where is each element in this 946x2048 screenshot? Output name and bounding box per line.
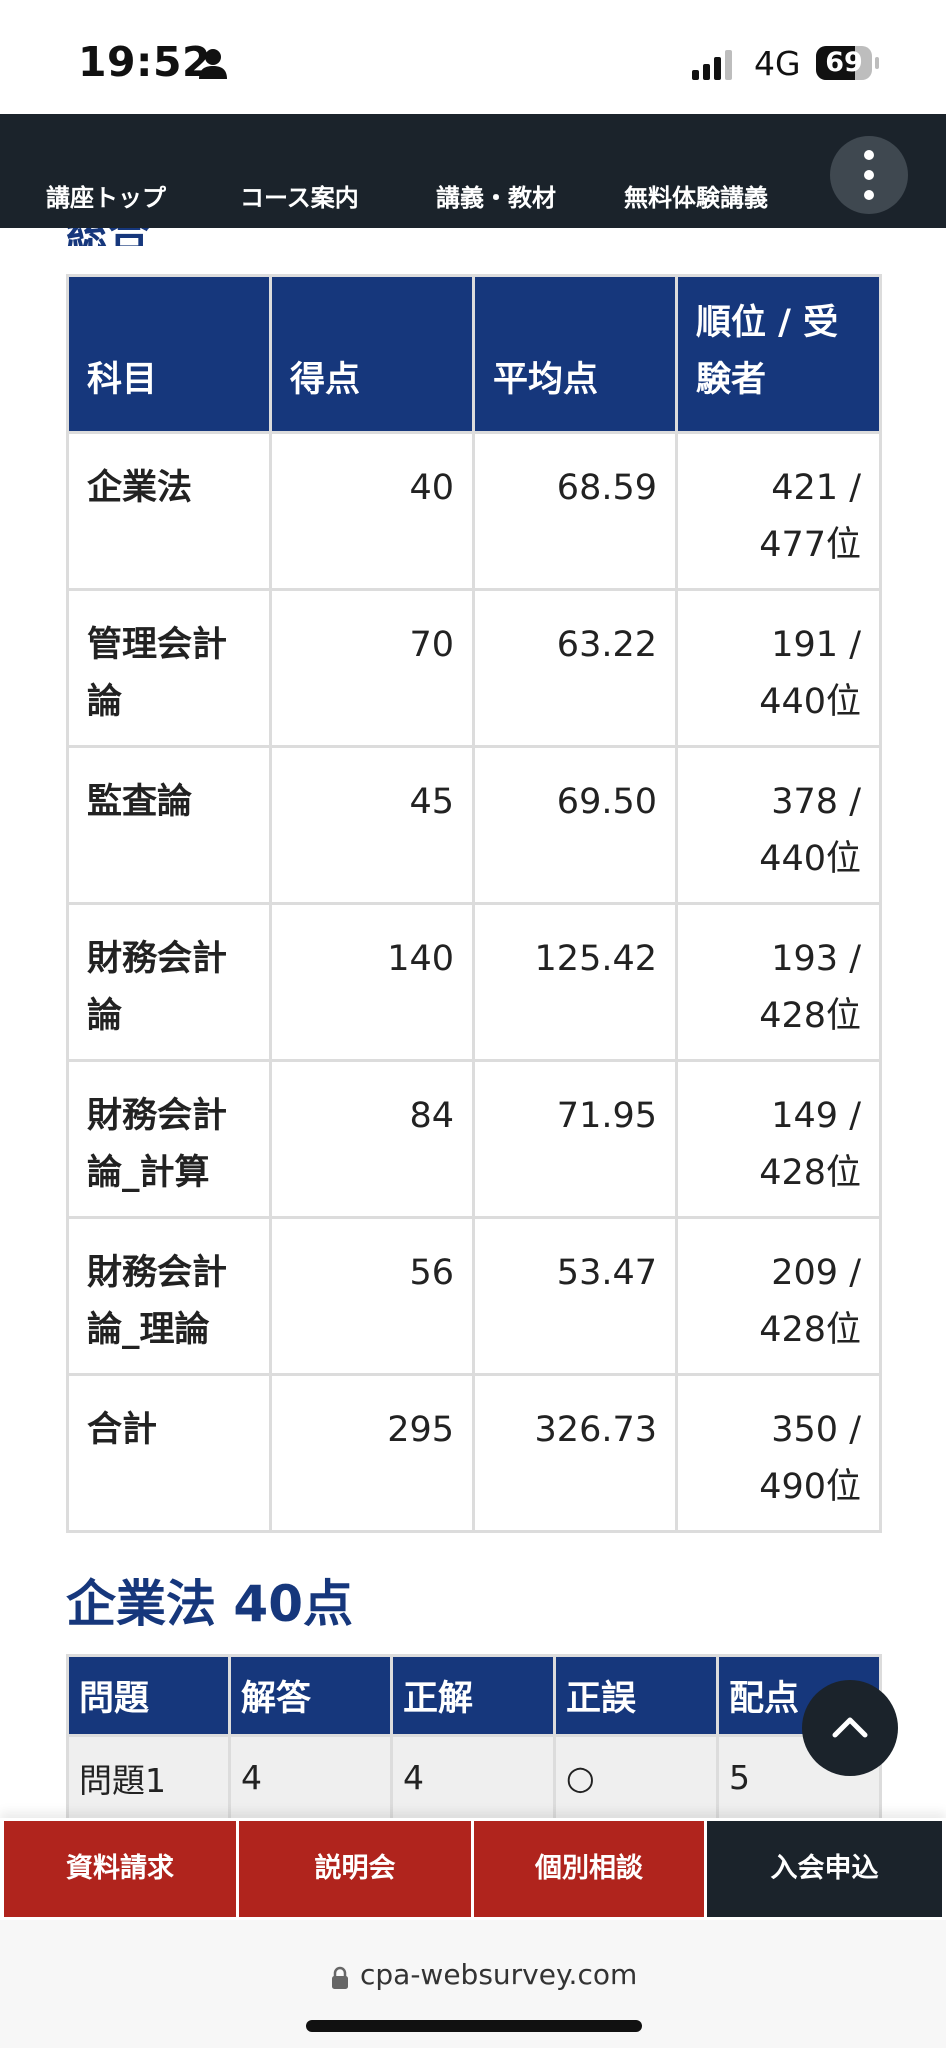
average-cell: 63.22 [472,588,678,748]
average-cell: 68.59 [472,431,678,591]
score-cell: 40 [269,431,475,591]
answer-cell: 4 [228,1734,393,1821]
subject-cell: 監査論 [66,745,272,905]
col-correct: 正解 [390,1654,556,1737]
brochure-request-button[interactable]: 資料請求 [4,1821,236,1917]
table-row: 財務会計論 140 125.42 193 / 428位 [66,902,882,1062]
rank-cell: 191 / 440位 [675,588,882,748]
kebab-dot [864,170,874,180]
table-row: 企業法 40 68.59 421 / 477位 [66,431,882,591]
kebab-dot [864,150,874,160]
rank-cell: 209 / 428位 [675,1216,882,1376]
average-cell: 71.95 [472,1059,678,1219]
cta-bar: 資料請求 説明会 個別相談 入会申込 [0,1818,946,1920]
average-cell: 69.50 [472,745,678,905]
score-cell: 70 [269,588,475,748]
nav-item-lectures[interactable]: 講義・教材 [436,178,556,213]
rank-cell: 149 / 428位 [675,1059,882,1219]
correct-cell: 4 [390,1734,556,1821]
subsection-title: 企業法 40点 [66,1575,353,1633]
question-table: 問題 解答 正解 正誤 配点 問題1 4 4 ○ 5 [66,1654,882,1821]
info-session-button[interactable]: 説明会 [239,1821,471,1917]
subject-cell: 合計 [66,1373,272,1533]
rank-cell: 193 / 428位 [675,902,882,1062]
status-time: 19:52 [78,38,212,86]
battery-icon: 69 [816,46,880,80]
rank-cell: 378 / 440位 [675,745,882,905]
score-cell: 56 [269,1216,475,1376]
col-answer: 解答 [228,1654,393,1737]
table-row: 監査論 45 69.50 378 / 440位 [66,745,882,905]
nav-item-course-top[interactable]: 講座トップ [46,178,166,213]
summary-table: 科目 得点 平均点 順位 / 受験者 企業法 40 68.59 421 / 47… [66,274,882,1533]
table-row: 管理会計論 70 63.22 191 / 440位 [66,588,882,748]
signal-icon [692,50,732,80]
nav-item-free-trial[interactable]: 無料体験講義 [624,178,768,213]
rank-cell: 421 / 477位 [675,431,882,591]
average-cell: 53.47 [472,1216,678,1376]
subject-cell: 財務会計論_計算 [66,1059,272,1219]
subject-cell: 財務会計論 [66,902,272,1062]
section-title: 総合 [66,228,150,246]
score-cell: 45 [269,745,475,905]
network-label: 4G [754,44,801,83]
person-icon [199,49,227,79]
score-cell: 140 [269,902,475,1062]
subject-cell: 管理会計論 [66,588,272,748]
nav-item-course-guide[interactable]: コース案内 [240,178,359,213]
home-indicator [306,2020,642,2032]
more-menu-button[interactable] [830,136,908,214]
table-row: 財務会計論_計算 84 71.95 149 / 428位 [66,1059,882,1219]
average-cell: 326.73 [472,1373,678,1533]
url-text: cpa-websurvey.com [360,1958,638,1991]
table-row: 財務会計論_理論 56 53.47 209 / 428位 [66,1216,882,1376]
kebab-dot [864,190,874,200]
col-rank: 順位 / 受験者 [675,274,882,434]
rank-cell: 350 / 490位 [675,1373,882,1533]
col-question: 問題 [66,1654,231,1737]
col-subject: 科目 [66,274,272,434]
col-result: 正誤 [553,1654,719,1737]
table-row: 問題1 4 4 ○ 5 [66,1734,882,1821]
col-score: 得点 [269,274,475,434]
result-cell: ○ [553,1734,719,1821]
enroll-button[interactable]: 入会申込 [707,1821,942,1917]
site-nav: 講座トップ コース案内 講義・教材 無料体験講義 [0,114,946,228]
question-header-row: 問題 解答 正解 正誤 配点 [66,1654,882,1737]
average-cell: 125.42 [472,902,678,1062]
summary-header-row: 科目 得点 平均点 順位 / 受験者 [66,274,882,434]
subject-cell: 財務会計論_理論 [66,1216,272,1376]
score-cell: 84 [269,1059,475,1219]
score-cell: 295 [269,1373,475,1533]
table-row: 合計 295 326.73 350 / 490位 [66,1373,882,1533]
address-bar[interactable]: cpa-websurvey.com [0,1920,946,2048]
section-title-clip: 総合 [66,228,166,246]
battery-level: 69 [825,47,863,78]
lock-icon [332,1966,348,1989]
status-bar: 19:52 4G 69 [0,0,946,114]
consultation-button[interactable]: 個別相談 [474,1821,704,1917]
chevron-up-icon [832,1717,868,1738]
col-average: 平均点 [472,274,678,434]
scroll-top-button[interactable] [802,1680,898,1776]
question-cell: 問題1 [66,1734,231,1821]
subject-cell: 企業法 [66,431,272,591]
